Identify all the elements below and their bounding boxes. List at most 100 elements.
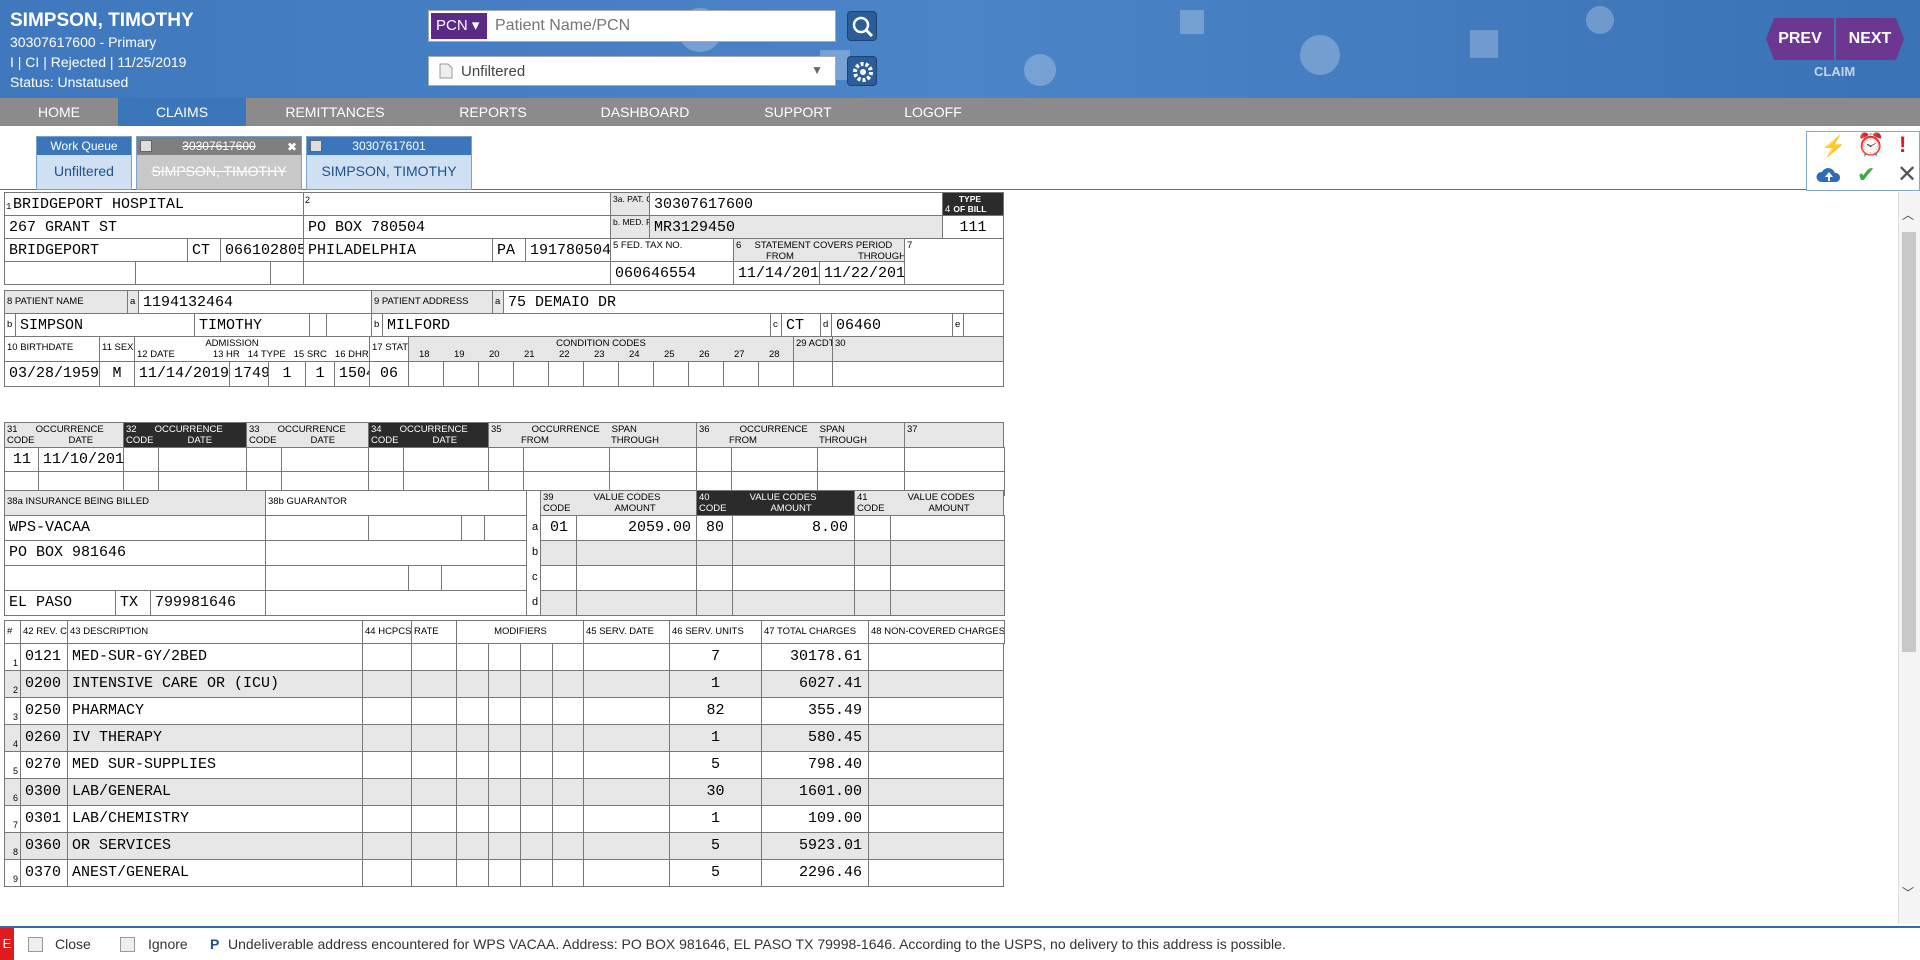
payto-state[interactable]: PA bbox=[492, 238, 526, 262]
line-total-charges[interactable]: 2296.46 bbox=[761, 859, 869, 887]
close-icon[interactable]: ✖ bbox=[287, 138, 297, 156]
close-label[interactable]: Close bbox=[55, 936, 91, 952]
close-icon[interactable]: ✕ bbox=[1897, 160, 1917, 189]
condition-code-field[interactable] bbox=[723, 361, 759, 387]
patient-zip[interactable]: 06460 bbox=[831, 313, 953, 337]
line-serv-date[interactable] bbox=[583, 859, 670, 887]
admission-hour-field[interactable]: 1749 bbox=[229, 361, 269, 387]
line-serv-units[interactable]: 1 bbox=[669, 670, 762, 698]
line-noncovered[interactable] bbox=[868, 751, 1004, 779]
value-code-field[interactable] bbox=[696, 540, 734, 566]
line-modifier[interactable] bbox=[520, 805, 553, 833]
alarm-clock-icon[interactable]: ⏰ bbox=[1857, 132, 1884, 158]
line-rate[interactable] bbox=[411, 832, 457, 860]
guarantor-field-4[interactable] bbox=[484, 515, 527, 541]
patient-suffix[interactable] bbox=[326, 313, 372, 337]
line-rate[interactable] bbox=[411, 643, 457, 671]
guarantor-field-1[interactable] bbox=[265, 515, 369, 541]
provider-extra-3[interactable] bbox=[270, 261, 304, 285]
line-rate[interactable] bbox=[411, 724, 457, 752]
value-code-field[interactable] bbox=[732, 565, 855, 591]
line-modifier[interactable] bbox=[488, 670, 521, 698]
line-modifier[interactable] bbox=[552, 697, 585, 725]
value-code-field[interactable] bbox=[540, 565, 578, 591]
value-code-field[interactable] bbox=[890, 565, 1005, 591]
line-serv-units[interactable]: 5 bbox=[669, 751, 762, 779]
line-noncovered[interactable] bbox=[868, 697, 1004, 725]
occurrence-field[interactable] bbox=[904, 447, 1005, 472]
patient-city[interactable]: MILFORD bbox=[382, 313, 771, 337]
line-modifier[interactable] bbox=[552, 751, 585, 779]
patient-address-field[interactable]: 75 DEMAIO DR bbox=[503, 290, 1004, 314]
line-rev-code[interactable]: 0200 bbox=[20, 670, 68, 698]
line-description[interactable]: IV THERAPY bbox=[67, 724, 363, 752]
statement-through-field[interactable]: 11/22/2019 bbox=[819, 261, 905, 285]
line-modifier[interactable] bbox=[552, 805, 585, 833]
scrollbar-thumb[interactable] bbox=[1902, 232, 1916, 652]
table-row[interactable]: 7 0301 LAB/CHEMISTRY 1 109.00 bbox=[4, 805, 1004, 833]
occurrence-field[interactable] bbox=[731, 447, 819, 472]
patient-mi[interactable] bbox=[309, 313, 327, 337]
line-rev-code[interactable]: 0300 bbox=[20, 778, 68, 806]
value-code-field[interactable] bbox=[732, 590, 855, 616]
line-serv-date[interactable] bbox=[583, 805, 670, 833]
value-code-field[interactable] bbox=[576, 590, 698, 616]
birthdate-field[interactable]: 03/28/1959 bbox=[4, 361, 100, 387]
line-noncovered[interactable] bbox=[868, 805, 1004, 833]
field-30[interactable] bbox=[832, 361, 1004, 387]
line-serv-units[interactable]: 5 bbox=[669, 859, 762, 887]
payto-city[interactable]: PHILADELPHIA bbox=[303, 238, 493, 262]
line-modifier[interactable] bbox=[456, 859, 489, 887]
provider-city[interactable]: BRIDGEPORT bbox=[4, 238, 188, 262]
line-hcpcs[interactable] bbox=[362, 697, 412, 725]
line-rev-code[interactable]: 0270 bbox=[20, 751, 68, 779]
provider-name[interactable]: 1 BRIDGEPORT HOSPITAL bbox=[4, 192, 304, 216]
tab-claim-30307617601[interactable]: 30307617601 ✖ SIMPSON, TIMOTHY bbox=[306, 136, 472, 190]
search-type-dropdown[interactable]: PCN ▾ bbox=[431, 13, 487, 39]
provider-zip[interactable]: 066102805 bbox=[220, 238, 304, 262]
occurrence-field[interactable] bbox=[403, 447, 490, 472]
condition-code-field[interactable] bbox=[408, 361, 444, 387]
line-serv-date[interactable] bbox=[583, 697, 670, 725]
line-rev-code[interactable]: 0250 bbox=[20, 697, 68, 725]
prev-button[interactable]: PREV bbox=[1766, 18, 1834, 60]
line-modifier[interactable] bbox=[456, 724, 489, 752]
line-description[interactable]: ANEST/GENERAL bbox=[67, 859, 363, 887]
line-modifier[interactable] bbox=[552, 778, 585, 806]
line-modifier[interactable] bbox=[488, 778, 521, 806]
patient-id-field[interactable]: 1194132464 bbox=[138, 290, 372, 314]
admission-type-field[interactable]: 1 bbox=[268, 361, 306, 387]
line-noncovered[interactable] bbox=[868, 859, 1004, 887]
value-code-field[interactable] bbox=[854, 590, 892, 616]
line-noncovered[interactable] bbox=[868, 778, 1004, 806]
table-row[interactable]: 8 0360 OR SERVICES 5 5923.01 bbox=[4, 832, 1004, 860]
value-code-field[interactable] bbox=[854, 540, 892, 566]
sex-field[interactable]: M bbox=[99, 361, 135, 387]
lightning-icon[interactable]: ⚡ bbox=[1821, 134, 1846, 159]
line-rate[interactable] bbox=[411, 778, 457, 806]
status-field[interactable]: 06 bbox=[369, 361, 409, 387]
line-serv-date[interactable] bbox=[583, 724, 670, 752]
line-rate[interactable] bbox=[411, 751, 457, 779]
line-modifier[interactable] bbox=[552, 832, 585, 860]
condition-code-field[interactable] bbox=[653, 361, 689, 387]
chevron-up-icon[interactable]: ︿ bbox=[1902, 206, 1914, 223]
condition-code-field[interactable] bbox=[513, 361, 549, 387]
value-code-field[interactable] bbox=[540, 540, 578, 566]
guarantor-city[interactable] bbox=[265, 590, 527, 616]
line-modifier[interactable] bbox=[456, 751, 489, 779]
line-rev-code[interactable]: 0360 bbox=[20, 832, 68, 860]
close-checkbox[interactable] bbox=[28, 937, 43, 952]
upload-cloud-icon[interactable] bbox=[1815, 164, 1843, 186]
occurrence-field[interactable] bbox=[488, 447, 525, 472]
nav-dashboard[interactable]: DASHBOARD bbox=[590, 98, 700, 126]
value-code-field[interactable] bbox=[732, 540, 855, 566]
line-description[interactable]: OR SERVICES bbox=[67, 832, 363, 860]
line-total-charges[interactable]: 5923.01 bbox=[761, 832, 869, 860]
type-of-bill-field[interactable]: 111 bbox=[942, 215, 1004, 239]
guarantor-extra-1[interactable] bbox=[265, 565, 409, 591]
table-row[interactable]: 4 0260 IV THERAPY 1 580.45 bbox=[4, 724, 1004, 752]
line-modifier[interactable] bbox=[520, 643, 553, 671]
line-noncovered[interactable] bbox=[868, 643, 1004, 671]
acdt-state-field[interactable] bbox=[793, 361, 833, 387]
